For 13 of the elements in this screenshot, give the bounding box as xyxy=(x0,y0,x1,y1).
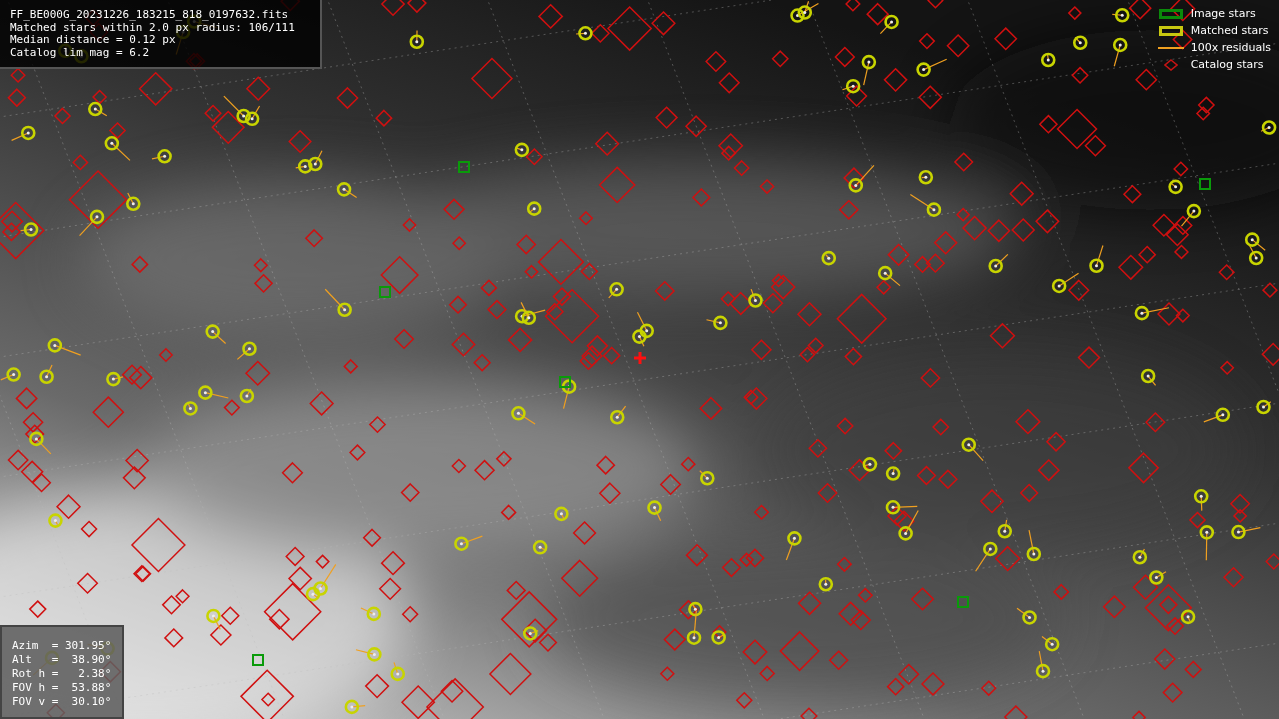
legend-label: Catalog stars xyxy=(1190,57,1264,72)
info-text: Median distance = 0.12 px xyxy=(10,34,177,47)
param-text: Alt = 38.90° xyxy=(12,653,113,667)
legend-label: Matched stars xyxy=(1190,23,1269,38)
info-text: Catalog lim mag = 6.2 xyxy=(10,46,151,59)
param-text: Rot h = 2.38° xyxy=(12,667,113,681)
info-text: FF_BE000G_20231226_183215_818_0197632.fits xyxy=(10,9,290,22)
legend-label: 100x residuals xyxy=(1190,40,1271,55)
param-text: Azim = 301.95° xyxy=(12,639,113,653)
param-text: FOV h = 53.88° xyxy=(12,681,113,695)
param-text: FOV v = 30.10° xyxy=(12,695,113,709)
info-text: Matched stars within 2.0 px radius: 106/111 xyxy=(10,21,296,34)
legend-label: Image stars xyxy=(1190,6,1256,21)
